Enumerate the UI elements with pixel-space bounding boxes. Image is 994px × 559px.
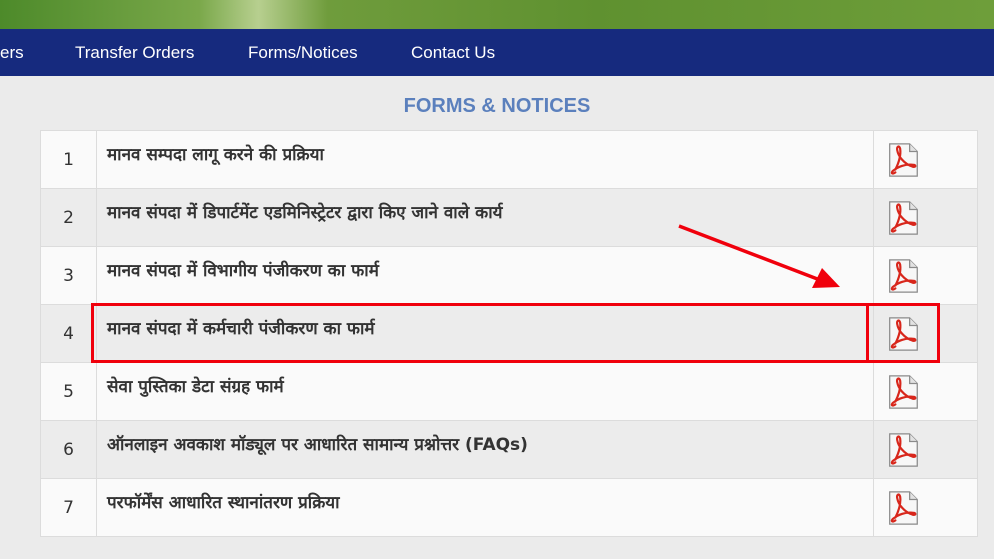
main-navbar: ers Transfer Orders Forms/Notices Contac… — [0, 29, 994, 76]
form-title: मानव संपदा में विभागीय पंजीकरण का फार्म — [96, 246, 874, 305]
download-cell — [873, 188, 978, 247]
download-cell — [873, 246, 978, 305]
table-row: 7 परफॉर्मेंस आधारित स्थानांतरण प्रक्रिया — [40, 478, 978, 537]
form-title: परफॉर्मेंस आधारित स्थानांतरण प्रक्रिया — [96, 478, 874, 537]
row-number: 7 — [40, 478, 97, 537]
download-cell — [873, 478, 978, 537]
pdf-icon[interactable] — [884, 431, 922, 469]
page-title: FORMS & NOTICES — [403, 95, 591, 117]
forms-table: 1 मानव सम्पदा लागू करने की प्रक्रिया 2 म… — [40, 130, 978, 537]
table-row: 6 ऑनलाइन अवकाश मॉड्यूल पर आधारित सामान्य… — [40, 420, 978, 479]
pdf-icon[interactable] — [884, 315, 922, 353]
form-title: मानव संपदा में डिपार्टमेंट एडमिनिस्ट्रेट… — [96, 188, 874, 247]
nav-item-partial[interactable]: ers — [0, 29, 24, 76]
form-title: मानव सम्पदा लागू करने की प्रक्रिया — [96, 130, 874, 189]
table-row: 5 सेवा पुस्तिका डेटा संग्रह फार्म — [40, 362, 978, 421]
form-title: ऑनलाइन अवकाश मॉड्यूल पर आधारित सामान्य प… — [96, 420, 874, 479]
pdf-icon[interactable] — [884, 489, 922, 527]
download-cell — [873, 420, 978, 479]
download-cell — [873, 362, 978, 421]
row-number: 4 — [40, 304, 97, 363]
header-banner-strip — [0, 0, 994, 29]
row-number: 5 — [40, 362, 97, 421]
form-title: मानव संपदा में कर्मचारी पंजीकरण का फार्म — [96, 304, 874, 363]
row-number: 1 — [40, 130, 97, 189]
table-row: 4 मानव संपदा में कर्मचारी पंजीकरण का फार… — [40, 304, 978, 363]
row-number: 6 — [40, 420, 97, 479]
nav-item-forms-notices[interactable]: Forms/Notices — [248, 29, 358, 76]
pdf-icon[interactable] — [884, 141, 922, 179]
download-cell — [873, 304, 978, 363]
download-cell — [873, 130, 978, 189]
table-row: 3 मानव संपदा में विभागीय पंजीकरण का फार्… — [40, 246, 978, 305]
nav-item-contact-us[interactable]: Contact Us — [411, 29, 495, 76]
pdf-icon[interactable] — [884, 257, 922, 295]
row-number: 2 — [40, 188, 97, 247]
pdf-icon[interactable] — [884, 373, 922, 411]
nav-item-transfer-orders[interactable]: Transfer Orders — [75, 29, 194, 76]
form-title: सेवा पुस्तिका डेटा संग्रह फार्म — [96, 362, 874, 421]
table-row: 1 मानव सम्पदा लागू करने की प्रक्रिया — [40, 130, 978, 189]
row-number: 3 — [40, 246, 97, 305]
pdf-icon[interactable] — [884, 199, 922, 237]
table-row: 2 मानव संपदा में डिपार्टमेंट एडमिनिस्ट्र… — [40, 188, 978, 247]
